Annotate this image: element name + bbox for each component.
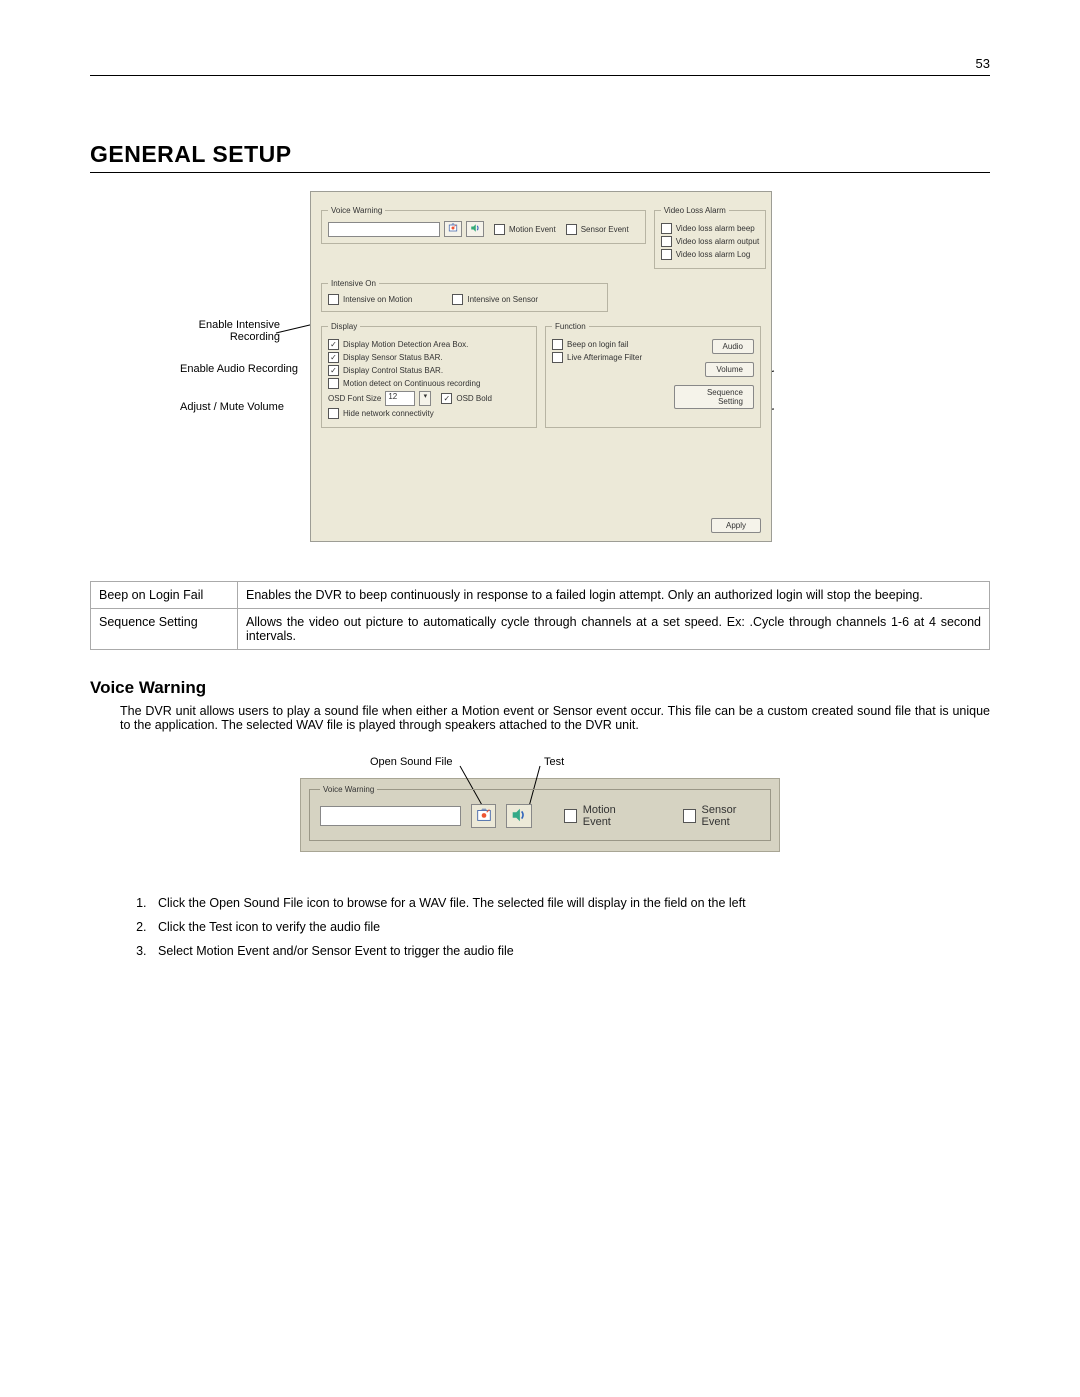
list-item: Select Motion Event and/or Sensor Event …	[150, 944, 990, 958]
osd-bold-checkbox[interactable]: ✓OSD Bold	[441, 393, 492, 404]
video-loss-output-checkbox[interactable]: Video loss alarm output	[661, 236, 759, 247]
intensive-sensor-checkbox[interactable]: Intensive on Sensor	[452, 294, 538, 305]
display-group: Display ✓Display Motion Detection Area B…	[321, 322, 537, 428]
sequence-setting-button[interactable]: Sequence Setting	[674, 385, 754, 409]
video-loss-legend: Video Loss Alarm	[661, 206, 729, 215]
row-label: Beep on Login Fail	[91, 582, 238, 609]
voice-warning-panel: Voice Warning Motion Event Sensor Event	[300, 778, 780, 852]
sensor-event-checkbox-detail[interactable]: Sensor Event	[683, 804, 760, 828]
display-legend: Display	[328, 322, 360, 331]
voice-warning-heading: Voice Warning	[90, 678, 990, 698]
intensive-motion-checkbox[interactable]: Intensive on Motion	[328, 294, 412, 305]
motion-event-checkbox-detail[interactable]: Motion Event	[564, 804, 639, 828]
beep-login-checkbox[interactable]: Beep on login fail	[552, 339, 668, 350]
display-motion-box-checkbox[interactable]: ✓Display Motion Detection Area Box.	[328, 339, 530, 350]
row-text: Enables the DVR to beep continuously in …	[238, 582, 990, 609]
video-loss-group: Video Loss Alarm Video loss alarm beep V…	[654, 206, 766, 269]
video-loss-beep-checkbox[interactable]: Video loss alarm beep	[661, 223, 759, 234]
open-file-button[interactable]	[444, 221, 462, 237]
page-title: GENERAL SETUP	[90, 141, 990, 168]
volume-button[interactable]: Volume	[705, 362, 754, 377]
test-sound-button-detail[interactable]	[506, 804, 531, 828]
list-item: Click the Open Sound File icon to browse…	[150, 896, 990, 910]
voice-warning-figure: Open Sound File Test Voice Warning Motio…	[300, 756, 780, 866]
callout-intensive: Enable Intensive Recording	[180, 319, 280, 343]
osd-font-select[interactable]: 12	[385, 391, 415, 406]
chevron-down-icon[interactable]: ▾	[419, 391, 431, 406]
live-afterimage-checkbox[interactable]: Live Afterimage Filter	[552, 352, 668, 363]
display-sensor-bar-checkbox[interactable]: ✓Display Sensor Status BAR.	[328, 352, 530, 363]
voice-warning-body: The DVR unit allows users to play a soun…	[120, 704, 990, 732]
callout-audio: Enable Audio Recording	[180, 363, 298, 375]
page-number: 53	[90, 56, 990, 71]
row-text: Allows the video out picture to automati…	[238, 609, 990, 650]
table-row: Beep on Login Fail Enables the DVR to be…	[91, 582, 990, 609]
hide-network-checkbox[interactable]: Hide network connectivity	[328, 408, 530, 419]
description-table: Beep on Login Fail Enables the DVR to be…	[90, 581, 990, 650]
video-loss-log-checkbox[interactable]: Video loss alarm Log	[661, 249, 759, 260]
intensive-legend: Intensive On	[328, 279, 379, 288]
general-setup-figure: Enable Intensive Recording Enable Audio …	[180, 191, 900, 541]
voice-warning-group: Voice Warning Motion Event Sensor E	[321, 206, 646, 244]
osd-font-label: OSD Font Size	[328, 394, 381, 403]
setup-dialog: Voice Warning Motion Event Sensor E	[310, 191, 772, 542]
voice-warning-legend: Voice Warning	[328, 206, 385, 215]
table-row: Sequence Setting Allows the video out pi…	[91, 609, 990, 650]
audio-button[interactable]: Audio	[712, 339, 754, 354]
display-control-bar-checkbox[interactable]: ✓Display Control Status BAR.	[328, 365, 530, 376]
intensive-group: Intensive On Intensive on Motion Intensi…	[321, 279, 608, 312]
motion-continuous-checkbox[interactable]: Motion detect on Continuous recording	[328, 378, 530, 389]
test-sound-button[interactable]	[466, 221, 484, 237]
instruction-list: Click the Open Sound File icon to browse…	[150, 896, 990, 958]
apply-button[interactable]: Apply	[711, 518, 761, 533]
list-item: Click the Test icon to verify the audio …	[150, 920, 990, 934]
voice-warning-legend-detail: Voice Warning	[320, 785, 377, 794]
sound-path-input[interactable]	[328, 222, 440, 237]
function-legend: Function	[552, 322, 589, 331]
row-label: Sequence Setting	[91, 609, 238, 650]
sensor-event-checkbox[interactable]: Sensor Event	[566, 224, 629, 235]
voice-warning-group-detail: Voice Warning Motion Event Sensor Event	[309, 785, 771, 841]
open-file-button-detail[interactable]	[471, 804, 496, 828]
title-rule	[90, 172, 990, 173]
motion-event-checkbox[interactable]: Motion Event	[494, 224, 556, 235]
sound-path-input-detail[interactable]	[320, 806, 461, 826]
callout-volume: Adjust / Mute Volume	[180, 401, 284, 413]
header-rule	[90, 75, 990, 76]
function-group: Function Beep on login fail Live Afterim…	[545, 322, 761, 428]
